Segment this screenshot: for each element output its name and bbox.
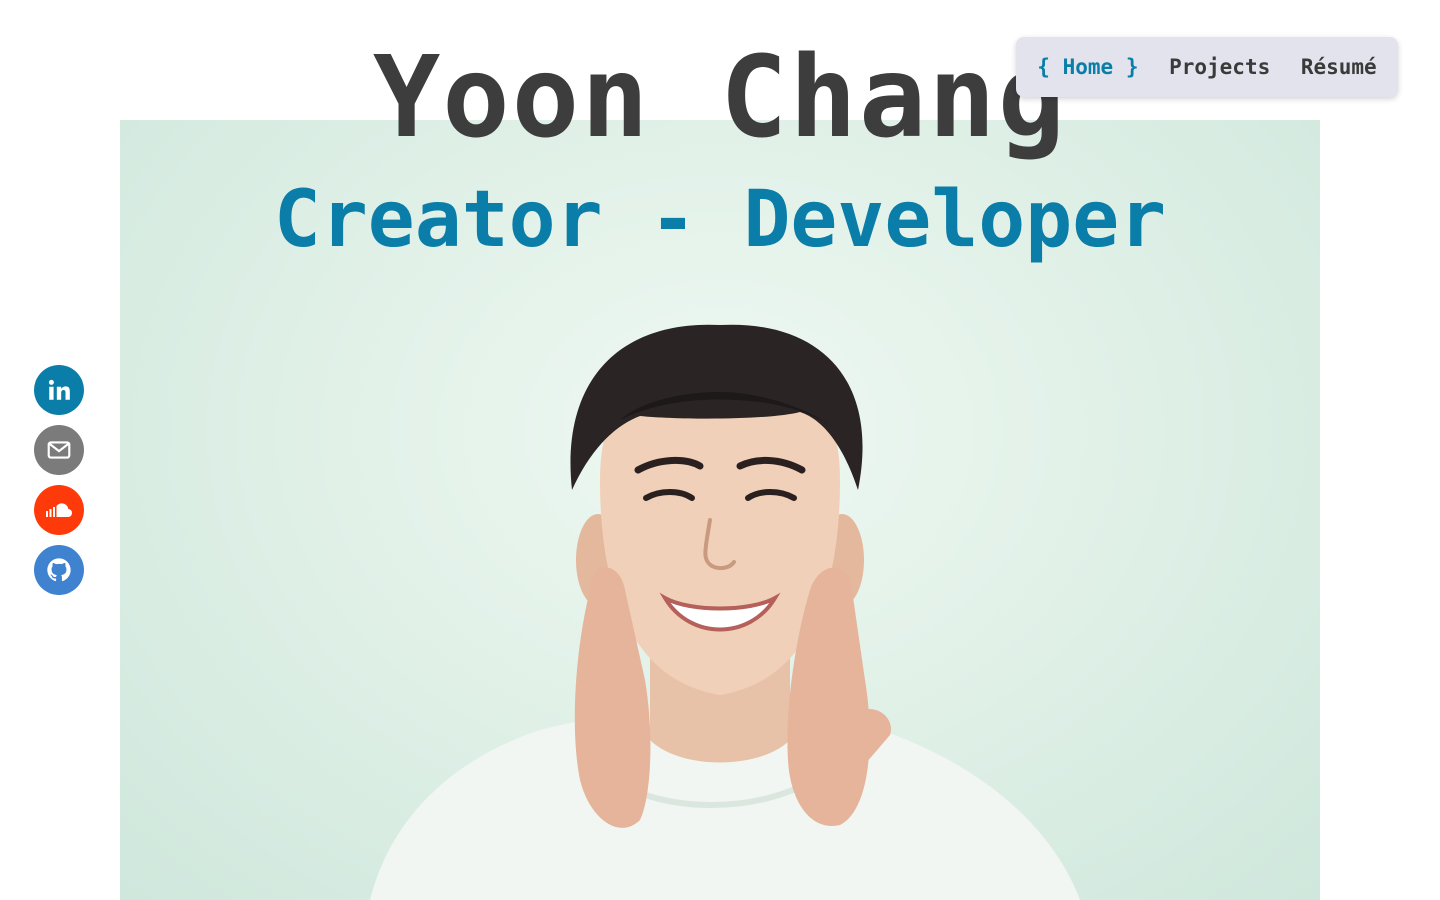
nav-home-open-brace: { — [1037, 55, 1050, 79]
nav-item-resume-label: Résumé — [1300, 55, 1377, 79]
github-icon — [47, 558, 71, 582]
soundcloud-icon — [46, 503, 72, 517]
site-tagline: Creator - Developer — [273, 175, 1167, 265]
linkedin-icon — [48, 379, 70, 400]
nav-item-home-label: Home — [1062, 55, 1114, 79]
nav-item-projects[interactable]: Projects — [1169, 55, 1270, 79]
github-button[interactable] — [34, 545, 84, 595]
nav-home-close-brace: } — [1125, 55, 1139, 79]
soundcloud-button[interactable] — [34, 485, 84, 535]
main-nav: { Home } Projects Résumé — [1016, 37, 1398, 97]
nav-item-projects-label: Projects — [1169, 55, 1271, 79]
email-button[interactable] — [34, 425, 84, 475]
page: Yoon Chang Creator - Developer { Home } … — [0, 0, 1440, 900]
nav-item-resume[interactable]: Résumé — [1301, 55, 1377, 79]
linkedin-button[interactable] — [34, 365, 84, 415]
social-links — [34, 365, 84, 605]
nav-item-home[interactable]: { Home } — [1037, 55, 1138, 79]
mail-icon — [47, 441, 71, 459]
